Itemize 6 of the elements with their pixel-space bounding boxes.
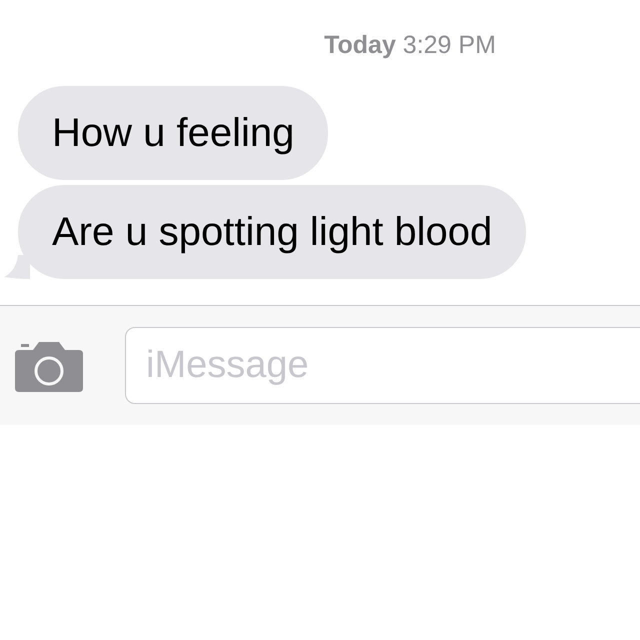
message-bubble: Are u spotting light blood [18,185,526,279]
message-bubble: How u feeling [18,86,328,180]
camera-icon[interactable] [15,340,83,392]
bubble-tail-icon [4,255,30,279]
timestamp: Today 3:29 PM [324,30,496,61]
message-input-field[interactable]: iMessage [125,327,640,404]
